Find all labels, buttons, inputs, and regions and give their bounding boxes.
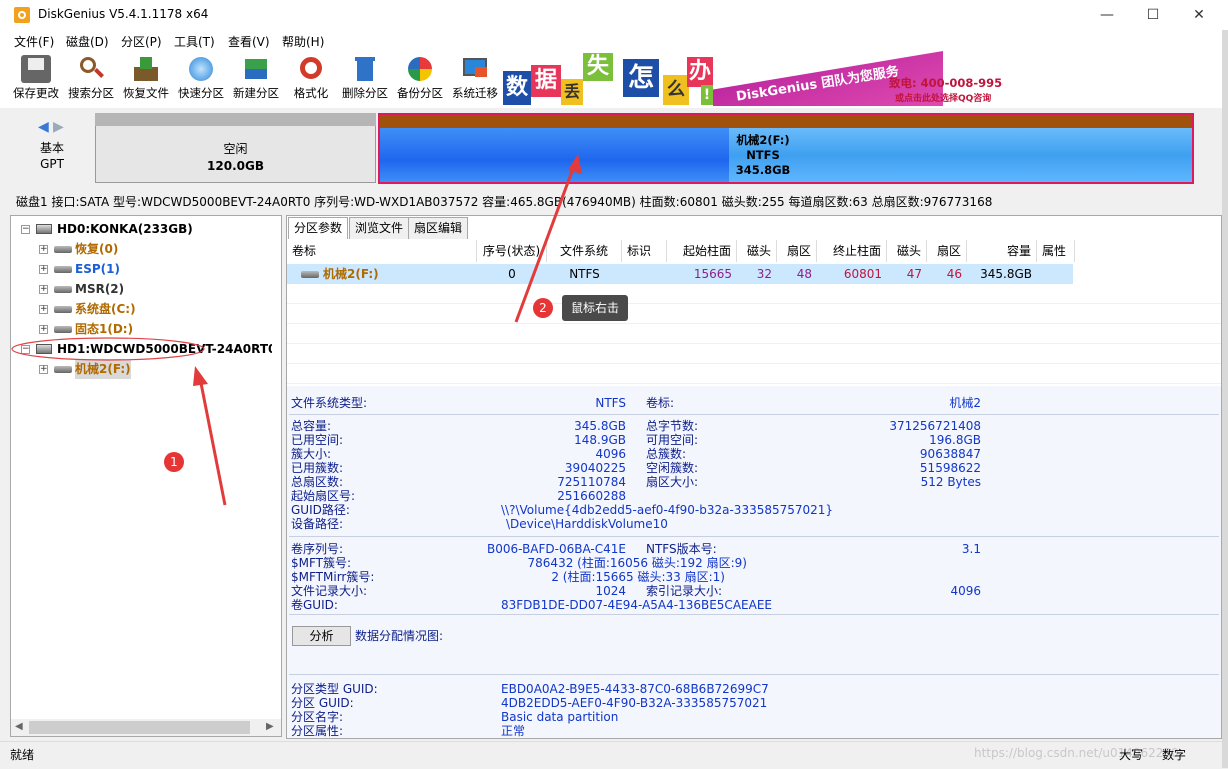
watermark: https://blog.csdn.net/u014062230: [974, 746, 1179, 760]
status-caps: 大写: [1119, 748, 1144, 762]
step-badge-2: 2: [533, 298, 553, 318]
arrow-head-1: [193, 366, 208, 386]
arrow-head-2: [568, 154, 582, 174]
status-bar: 就绪 https://blog.csdn.net/u014062230 大写 数…: [0, 741, 1228, 769]
background-window-edge: [1222, 30, 1228, 768]
status-ready: 就绪: [10, 748, 35, 762]
annotation-overlay: [11, 154, 582, 506]
right-click-tooltip: 鼠标右击: [562, 295, 628, 321]
highlight-ellipse: [11, 337, 205, 361]
step-badge-1: 1: [164, 452, 184, 472]
status-num: 数字: [1162, 748, 1187, 762]
arrow-line-1: [198, 377, 227, 506]
